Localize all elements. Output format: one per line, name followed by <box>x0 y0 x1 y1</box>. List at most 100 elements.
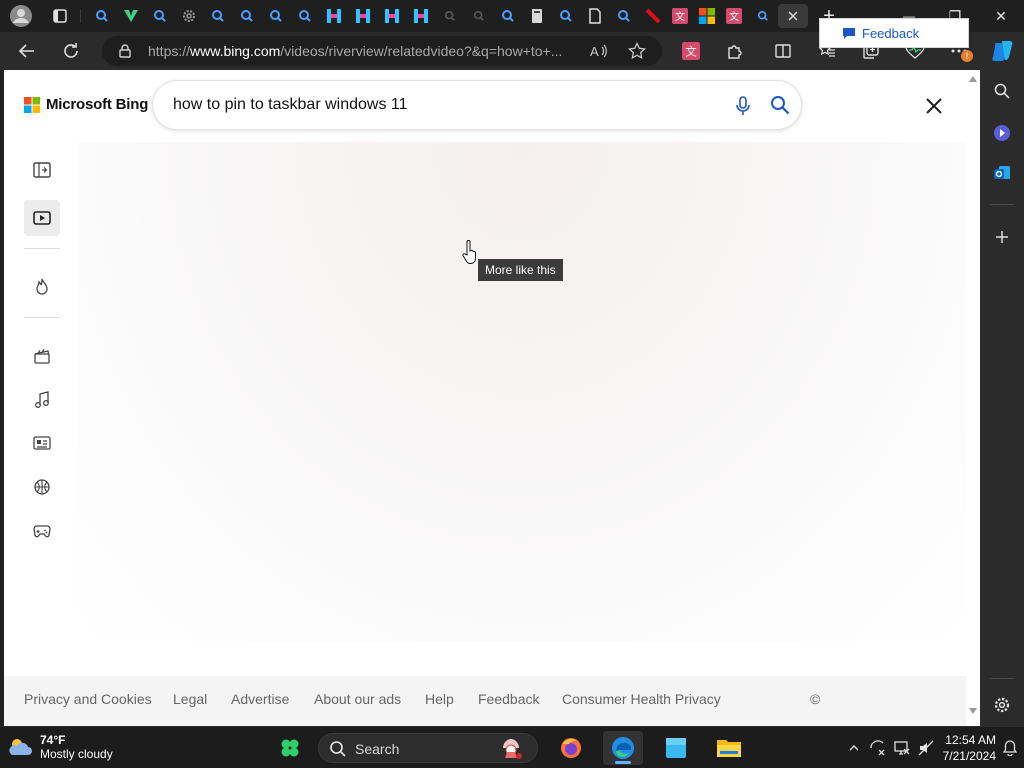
footer-link-help[interactable]: Help <box>425 691 454 707</box>
nav-sports[interactable] <box>24 469 60 505</box>
start-button[interactable] <box>270 731 310 765</box>
gear-icon <box>183 10 195 22</box>
tab-actions-icon[interactable] <box>47 4 73 28</box>
clock-date: 7/21/2024 <box>942 749 996 763</box>
tab-bing-8[interactable] <box>553 4 579 28</box>
tab-hive-3[interactable] <box>379 4 405 28</box>
windows-taskbar: 74°F Mostly cloudy Search 12:54 AM 7/21/… <box>0 726 1024 768</box>
back-button[interactable] <box>12 36 42 66</box>
tab-bing-4[interactable] <box>234 4 260 28</box>
url-path: /videos/riverview/relatedvideo?&q=how+to… <box>280 43 563 59</box>
copilot-button[interactable] <box>988 36 1018 66</box>
taskbar-search[interactable]: Search <box>318 733 538 763</box>
tab-hive-4[interactable] <box>408 4 434 28</box>
search-input[interactable]: how to pin to taskbar windows 11 <box>173 96 408 114</box>
tab-bing-10[interactable] <box>750 4 776 28</box>
sidebar-divider <box>990 204 1014 205</box>
collapse-panel-button[interactable] <box>24 152 60 188</box>
window-close-button[interactable]: ✕ <box>978 0 1024 32</box>
refresh-button[interactable] <box>56 36 86 66</box>
cloudy-weather-icon <box>9 739 33 755</box>
scroll-up-icon[interactable] <box>969 76 977 82</box>
notifications-button[interactable] <box>1002 740 1018 756</box>
tab-translate-1[interactable]: 文 <box>667 4 693 28</box>
scroll-down-icon[interactable] <box>969 708 977 714</box>
footer-link-consumer-health-privacy[interactable]: Consumer Health Privacy <box>562 691 721 707</box>
nav-trending[interactable] <box>24 269 60 305</box>
tab-red-flag[interactable] <box>640 4 666 28</box>
nav-divider <box>24 248 60 249</box>
nav-gaming[interactable] <box>24 513 60 549</box>
sidebar-search-button[interactable] <box>989 78 1015 104</box>
close-icon[interactable] <box>922 94 946 118</box>
tab-bing-3[interactable] <box>205 4 231 28</box>
tab-bing-6[interactable] <box>292 4 318 28</box>
nav-news[interactable] <box>24 425 60 461</box>
search-box[interactable]: how to pin to taskbar windows 11 <box>152 80 802 130</box>
footer-link-legal[interactable]: Legal <box>173 691 207 707</box>
panel-collapse-icon <box>33 162 51 178</box>
translate-extension-button[interactable]: 文 <box>676 36 706 66</box>
tab-bing-5[interactable] <box>263 4 289 28</box>
tab-bing-2[interactable] <box>147 4 173 28</box>
arrow-left-icon <box>18 44 34 58</box>
taskbar-file-explorer[interactable] <box>709 731 749 765</box>
tab-settings[interactable] <box>176 4 202 28</box>
footer-link-feedback[interactable]: Feedback <box>478 691 539 707</box>
split-screen-button[interactable] <box>768 36 798 66</box>
search-icon[interactable] <box>770 95 790 115</box>
tab-bing-9[interactable] <box>611 4 637 28</box>
sidebar-settings-button[interactable] <box>989 692 1015 718</box>
nav-movies[interactable] <box>24 338 60 374</box>
tray-network-icon[interactable] <box>894 740 910 756</box>
tab-bing-dim-1[interactable] <box>437 4 463 28</box>
tab-book[interactable] <box>524 4 550 28</box>
tab-microsoft[interactable] <box>694 4 720 28</box>
sidebar-bing-chat-button[interactable] <box>989 120 1015 146</box>
taskbar-firefox[interactable] <box>551 731 591 765</box>
system-clock[interactable]: 12:54 AM 7/21/2024 <box>940 732 996 764</box>
book-icon <box>532 9 542 23</box>
weather-widget[interactable]: 74°F Mostly cloudy <box>6 733 113 761</box>
tab-hive-1[interactable] <box>321 4 347 28</box>
tab-bing-1[interactable] <box>89 4 115 28</box>
bing-logo[interactable]: Microsoft Bing <box>24 96 148 113</box>
firefox-icon <box>561 738 581 758</box>
read-aloud-icon[interactable]: A <box>590 43 608 59</box>
nav-videos[interactable] <box>24 200 60 236</box>
sidebar-add-button[interactable] <box>989 224 1015 250</box>
sidebar-outlook-button[interactable] <box>989 160 1015 186</box>
tab-hive-2[interactable] <box>350 4 376 28</box>
clapperboard-icon <box>34 348 50 364</box>
show-hidden-icons-button[interactable] <box>846 740 862 756</box>
tray-volume-icon[interactable] <box>918 740 934 756</box>
footer-link-about-ads[interactable]: About our ads <box>314 691 401 707</box>
address-bar[interactable]: https://www.bing.com/videos/riverview/re… <box>102 36 662 66</box>
tab-translate-2[interactable]: 文 <box>721 4 747 28</box>
tab-bing-7[interactable] <box>495 4 521 28</box>
puzzle-icon <box>728 45 742 59</box>
favorite-star-icon[interactable] <box>628 42 646 60</box>
weather-temp: 74°F <box>40 733 66 747</box>
svg-text:文: 文 <box>675 10 685 23</box>
tab-bing-dim-2[interactable] <box>466 4 492 28</box>
refresh-icon <box>64 43 78 58</box>
footer-link-advertise[interactable]: Advertise <box>231 691 289 707</box>
tab-vuetify[interactable] <box>118 4 144 28</box>
nav-music[interactable] <box>24 382 60 418</box>
tab-document[interactable] <box>582 4 608 28</box>
profile-avatar-icon[interactable] <box>8 4 34 28</box>
taskbar-edge[interactable] <box>603 731 643 765</box>
page-scrollbar[interactable] <box>966 70 980 726</box>
taskbar-windows-app[interactable] <box>656 731 696 765</box>
tray-display-icon[interactable] <box>870 740 886 756</box>
video-player-area[interactable] <box>78 142 966 642</box>
microphone-icon[interactable] <box>735 96 751 116</box>
footer-link-privacy[interactable]: Privacy and Cookies <box>24 691 152 707</box>
logo-text: Microsoft Bing <box>46 96 149 113</box>
extensions-button[interactable] <box>720 36 750 66</box>
close-icon <box>788 11 798 21</box>
feedback-button[interactable]: Feedback <box>819 18 969 48</box>
microsoft-logo-icon <box>699 8 715 24</box>
active-tab-close-button[interactable] <box>778 4 808 28</box>
